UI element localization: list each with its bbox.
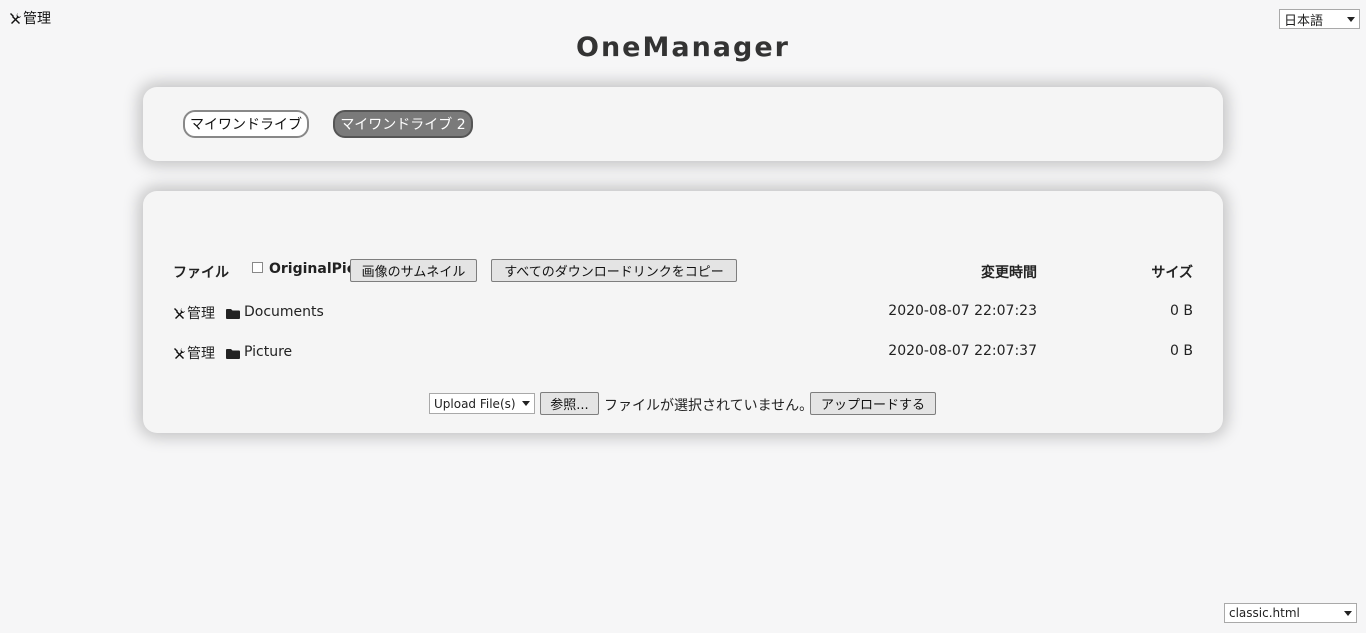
file-row: 管理 Picture 2020-08-07 22:07:37 0 B — [173, 343, 1193, 363]
drive-button-1[interactable]: マイワンドライブ — [183, 110, 309, 138]
row-admin-link[interactable]: 管理 — [173, 303, 215, 323]
site-title: OneManager — [576, 32, 790, 63]
drive-button-2[interactable]: マイワンドライブ 2 — [333, 110, 473, 138]
folder-icon — [226, 307, 240, 319]
chevron-down-icon — [1344, 610, 1352, 616]
file-size: 0 B — [1170, 343, 1193, 359]
browse-button[interactable]: 参照... — [540, 392, 599, 415]
admin-link[interactable]: 管理 — [9, 8, 51, 28]
template-selected: classic.html — [1229, 606, 1300, 620]
chevron-down-icon — [1347, 16, 1355, 22]
file-name-link[interactable]: Picture — [244, 344, 292, 360]
file-list-panel: ファイル OriginalPic 画像のサムネイル すべてのダウンロードリンクを… — [143, 191, 1223, 433]
file-size: 0 B — [1170, 303, 1193, 319]
tools-icon — [173, 307, 186, 320]
file-row: 管理 Documents 2020-08-07 22:07:23 0 B — [173, 303, 1193, 323]
language-selected: 日本語 — [1284, 13, 1324, 29]
copy-all-links-button[interactable]: すべてのダウンロードリンクをコピー — [491, 259, 737, 282]
upload-button[interactable]: アップロードする — [810, 392, 936, 415]
row-admin-label: 管理 — [187, 346, 215, 362]
upload-mode-selected: Upload File(s) — [434, 396, 516, 411]
original-pic-label: OriginalPic — [269, 261, 355, 277]
chevron-down-icon — [522, 401, 530, 406]
tools-icon — [173, 347, 186, 360]
language-select[interactable]: 日本語 — [1279, 9, 1360, 29]
file-list-header: ファイル OriginalPic 画像のサムネイル すべてのダウンロードリンクを… — [173, 259, 1193, 283]
drive-selector-panel: マイワンドライブ マイワンドライブ 2 — [143, 87, 1223, 161]
row-admin-link[interactable]: 管理 — [173, 343, 215, 363]
header-file[interactable]: ファイル — [173, 262, 229, 282]
original-pic-checkbox[interactable] — [252, 262, 263, 273]
admin-label: 管理 — [23, 11, 51, 27]
thumbnail-button[interactable]: 画像のサムネイル — [350, 259, 477, 282]
file-name-link[interactable]: Documents — [244, 304, 324, 320]
folder-icon — [226, 347, 240, 359]
header-modified[interactable]: 変更時間 — [981, 262, 1037, 282]
no-file-selected-text: ファイルが選択されていません。 — [604, 398, 814, 414]
header-size[interactable]: サイズ — [1151, 262, 1193, 282]
file-modified: 2020-08-07 22:07:37 — [888, 343, 1037, 359]
upload-mode-select[interactable]: Upload File(s) — [429, 393, 535, 414]
file-modified: 2020-08-07 22:07:23 — [888, 303, 1037, 319]
template-select[interactable]: classic.html — [1224, 603, 1357, 623]
tools-icon — [9, 12, 22, 25]
row-admin-label: 管理 — [187, 306, 215, 322]
upload-bar: Upload File(s) 参照... ファイルが選択されていません。 アップ… — [143, 392, 1223, 416]
